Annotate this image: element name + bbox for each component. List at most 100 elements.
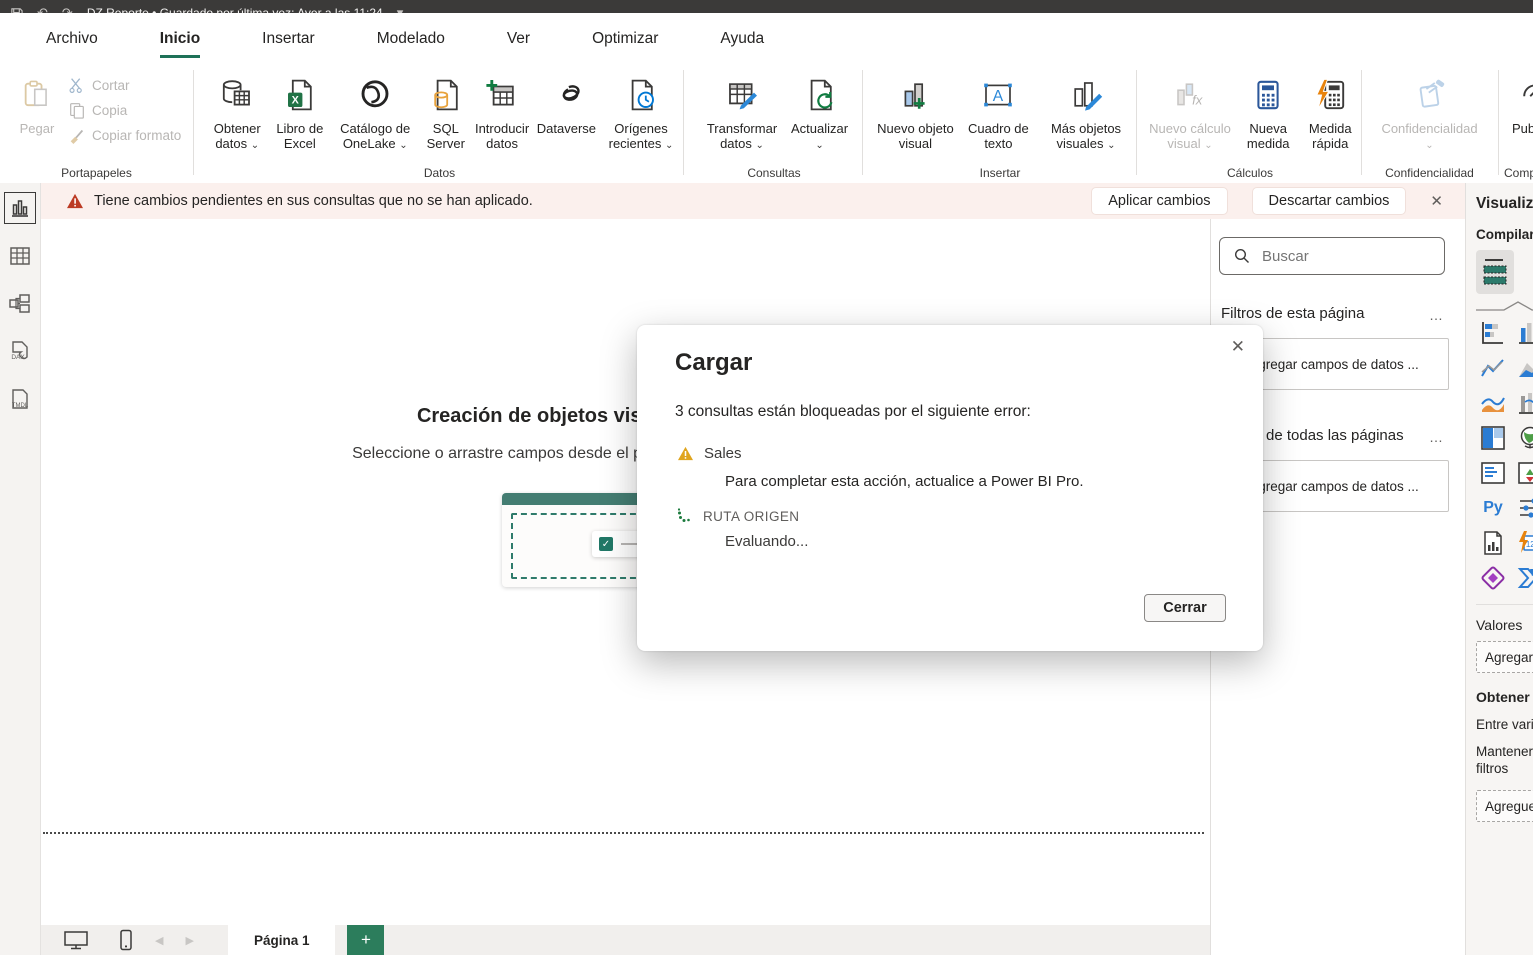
quick-measure-button[interactable]: Medida rápida bbox=[1299, 70, 1361, 154]
redo-icon: ↷ bbox=[62, 5, 73, 13]
svg-text:A: A bbox=[993, 88, 1004, 105]
dialog-close-button[interactable]: Cerrar bbox=[1144, 594, 1226, 622]
menu-ver[interactable]: Ver bbox=[483, 20, 554, 56]
web-view-button[interactable] bbox=[63, 930, 89, 950]
lightning-calculator-icon bbox=[1312, 72, 1348, 118]
new-visual-button[interactable]: Nuevo objeto visual bbox=[870, 70, 961, 154]
svg-text:DAX: DAX bbox=[11, 354, 25, 361]
load-dialog: ✕ Cargar 3 consultas están bloqueadas po… bbox=[637, 325, 1263, 651]
table-view-icon bbox=[8, 244, 32, 268]
filters-page-more-icon[interactable]: … bbox=[1429, 307, 1444, 323]
table-plus-icon bbox=[484, 72, 520, 118]
onelake-catalog-button[interactable]: Catálogo de OneLake ⌄ bbox=[329, 70, 421, 154]
build-visual-label: Compilar objeto visual bbox=[1476, 227, 1533, 242]
add-page-button[interactable]: + bbox=[347, 925, 384, 955]
menu-optimizar[interactable]: Optimizar bbox=[568, 20, 682, 56]
panel-divider bbox=[1476, 604, 1533, 605]
recent-sources-button[interactable]: Orígenes recientes ⌄ bbox=[599, 70, 683, 154]
model-view-icon bbox=[8, 292, 32, 316]
banner-close-icon[interactable]: ✕ bbox=[1430, 192, 1443, 210]
ribbon: Pegar Cortar Copia Copiar formato Portap… bbox=[0, 62, 1533, 184]
refresh-button[interactable]: Actualizar⌄ bbox=[788, 70, 851, 154]
chart-pencil-icon bbox=[1068, 72, 1104, 118]
power-apps-icon[interactable] bbox=[1476, 561, 1510, 594]
page-tab-pagina-1[interactable]: Página 1 bbox=[228, 925, 336, 955]
panel-expander-chevron[interactable] bbox=[1476, 300, 1533, 312]
enter-data-button[interactable]: Introducir datos bbox=[470, 70, 533, 154]
query-item-sales: Sales bbox=[677, 445, 742, 462]
stamp-icon bbox=[1412, 72, 1448, 118]
line-chart-icon[interactable] bbox=[1476, 351, 1510, 384]
report-view-icon bbox=[9, 197, 31, 219]
smart-narrative-icon[interactable]: 123 bbox=[1513, 526, 1533, 559]
search-icon bbox=[1234, 248, 1250, 264]
apply-changes-button[interactable]: Aplicar cambios bbox=[1091, 187, 1227, 215]
map-icon[interactable] bbox=[1513, 421, 1533, 454]
database-table-icon bbox=[219, 72, 255, 118]
query-name: RUTA ORIGEN bbox=[703, 509, 799, 524]
values-header: Valores bbox=[1476, 617, 1533, 633]
excel-workbook-button[interactable]: X Libro de Excel bbox=[270, 70, 329, 154]
mobile-view-button[interactable] bbox=[119, 929, 133, 951]
checkbox-icon: ✓ bbox=[599, 537, 613, 551]
ribbon-chart-icon[interactable] bbox=[1513, 386, 1533, 419]
filters-all-more-icon[interactable]: … bbox=[1429, 429, 1444, 445]
query-item-ruta-origen: RUTA ORIGEN bbox=[677, 508, 799, 524]
stacked-area-chart-icon[interactable] bbox=[1476, 386, 1510, 419]
build-visual-mode-button[interactable] bbox=[1476, 250, 1514, 294]
calculator-icon bbox=[1250, 72, 1286, 118]
new-measure-button[interactable]: Nueva medida bbox=[1237, 70, 1300, 154]
more-visuals-button[interactable]: Más objetos visuales ⌄ bbox=[1036, 70, 1136, 154]
ribbon-group-data: Obtener datos ⌄ X Libro de Excel Catálog… bbox=[196, 62, 683, 183]
prev-page-arrow-icon: ◀ bbox=[155, 934, 163, 947]
dialog-close-icon[interactable]: ✕ bbox=[1231, 337, 1245, 357]
discard-changes-button[interactable]: Descartar cambios bbox=[1252, 187, 1407, 215]
excel-icon: X bbox=[282, 72, 318, 118]
drillthrough-dropzone[interactable]: Agregue campos de obtención de detalles … bbox=[1476, 790, 1533, 822]
report-view-button[interactable] bbox=[7, 195, 33, 221]
warning-amber-icon bbox=[677, 446, 694, 461]
menu-inicio[interactable]: Inicio bbox=[136, 20, 224, 56]
phone-icon bbox=[119, 929, 133, 951]
filter-search-box[interactable] bbox=[1219, 237, 1445, 275]
text-box-button[interactable]: A Cuadro de texto bbox=[961, 70, 1036, 154]
ribbon-group-insert: Nuevo objeto visual A Cuadro de texto Má… bbox=[864, 62, 1136, 183]
treemap-icon[interactable] bbox=[1476, 421, 1510, 454]
dataverse-button[interactable]: Dataverse bbox=[534, 70, 599, 138]
model-view-button[interactable] bbox=[7, 291, 33, 317]
menu-archivo[interactable]: Archivo bbox=[22, 20, 122, 56]
sql-server-button[interactable]: SQL Server bbox=[421, 70, 470, 154]
dax-view-icon: DAX bbox=[7, 339, 33, 365]
pages-bar: ◀ ▶ Página 1 + bbox=[41, 925, 1210, 955]
menu-modelado[interactable]: Modelado bbox=[353, 20, 469, 56]
stacked-bar-chart-icon[interactable] bbox=[1476, 316, 1510, 349]
keep-filters-label-line2: filtros bbox=[1476, 761, 1533, 776]
multi-row-card-icon[interactable] bbox=[1476, 456, 1510, 489]
spinner-icon bbox=[677, 508, 693, 524]
menu-bar: Archivo Inicio Insertar Modelado Ver Opt… bbox=[0, 13, 1533, 62]
query-error-detail: Para completar esta acción, actualice a … bbox=[725, 473, 1084, 490]
area-chart-icon[interactable] bbox=[1513, 351, 1533, 384]
sql-server-icon bbox=[428, 72, 464, 118]
dax-query-view-button[interactable]: DAX bbox=[7, 339, 33, 365]
paginated-report-icon[interactable] bbox=[1476, 526, 1510, 559]
python-visual-icon[interactable]: Py bbox=[1476, 491, 1510, 524]
publish-button[interactable]: Publicar bbox=[1509, 70, 1533, 138]
menu-ayuda[interactable]: Ayuda bbox=[696, 20, 788, 56]
paste-button: Pegar bbox=[6, 70, 68, 138]
tmdl-view-button[interactable]: TMDL bbox=[7, 387, 33, 413]
clustered-column-chart-icon[interactable] bbox=[1513, 316, 1533, 349]
table-view-button[interactable] bbox=[7, 243, 33, 269]
build-visual-icon bbox=[1482, 256, 1508, 288]
get-data-button[interactable]: Obtener datos ⌄ bbox=[204, 70, 270, 154]
title-dropdown-icon[interactable]: ▾ bbox=[397, 5, 404, 13]
kpi-icon[interactable] bbox=[1513, 456, 1533, 489]
menu-insertar[interactable]: Insertar bbox=[238, 20, 339, 56]
file-clock-icon bbox=[623, 72, 659, 118]
slicer-icon[interactable] bbox=[1513, 491, 1533, 524]
values-dropzone[interactable]: Agregar campos de datos aquí bbox=[1476, 641, 1533, 673]
search-input[interactable] bbox=[1260, 247, 1414, 266]
transform-data-button[interactable]: Transformar datos ⌄ bbox=[696, 70, 788, 154]
power-automate-icon[interactable] bbox=[1513, 561, 1533, 594]
scissors-icon bbox=[68, 76, 86, 94]
